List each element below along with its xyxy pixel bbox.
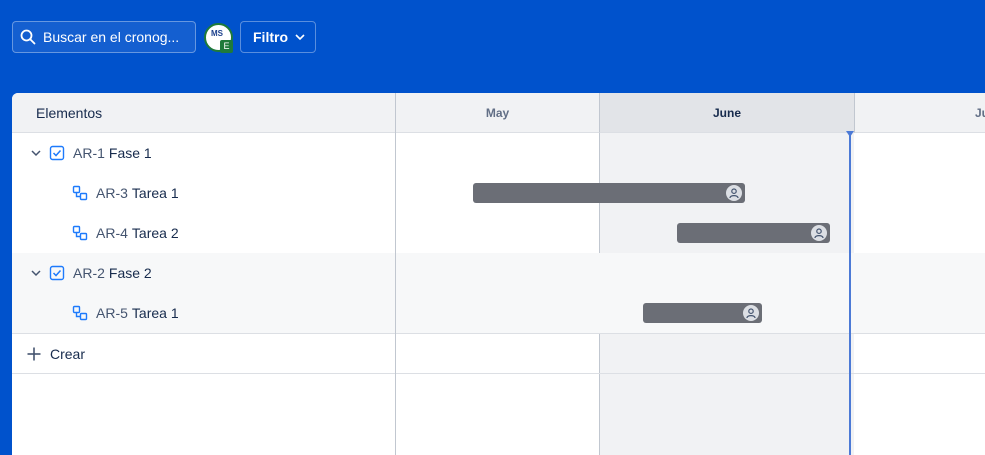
table-row[interactable]: AR-1 Fase 1 (12, 133, 985, 173)
schedule-bar[interactable] (473, 183, 745, 203)
chevron-down-icon[interactable] (29, 266, 43, 280)
month-header-july: Ju (854, 93, 985, 133)
search-placeholder: Buscar en el cronog... (43, 29, 180, 45)
column-divider (395, 93, 396, 455)
month-header-july-label: Ju (975, 106, 985, 120)
today-marker (849, 133, 851, 455)
plus-icon[interactable] (26, 346, 42, 362)
top-bar: Buscar en el cronog... MS E Filtro (0, 0, 985, 93)
timeline-panel: Elementos May June Ju AR-1 Fase 1 AR-3 T… (12, 93, 985, 455)
today-marker-cap (846, 131, 854, 137)
table-row[interactable]: AR-5 Tarea 1 (12, 293, 985, 333)
chevron-down-icon[interactable] (29, 146, 43, 160)
chevron-down-icon (295, 34, 305, 41)
row-key[interactable]: AR-5 (96, 305, 128, 321)
filter-label: Filtro (253, 29, 288, 45)
table-row[interactable]: AR-3 Tarea 1 (12, 173, 985, 213)
subtask-icon (72, 185, 88, 201)
month-header-may: May (395, 93, 599, 133)
user-avatar[interactable]: MS E (204, 23, 233, 53)
subtask-icon (72, 305, 88, 321)
assignee-icon[interactable] (726, 185, 742, 201)
row-key[interactable]: AR-4 (96, 225, 128, 241)
row-key[interactable]: AR-2 (73, 265, 105, 281)
row-title: Fase 2 (108, 265, 152, 281)
create-row[interactable]: Crear (12, 333, 985, 374)
table-row[interactable]: AR-2 Fase 2 (12, 253, 985, 293)
row-key[interactable]: AR-1 (73, 145, 105, 161)
table-row[interactable]: AR-4 Tarea 2 (12, 213, 985, 253)
row-title: Tarea 2 (131, 225, 179, 241)
assignee-icon[interactable] (743, 305, 759, 321)
filter-button[interactable]: Filtro (240, 21, 316, 53)
row-title: Fase 1 (108, 145, 152, 161)
subtask-icon (72, 225, 88, 241)
assignee-icon[interactable] (811, 225, 827, 241)
schedule-bar[interactable] (677, 223, 830, 243)
epic-checkbox-icon (49, 145, 65, 161)
epic-checkbox-icon (49, 265, 65, 281)
row-key[interactable]: AR-3 (96, 185, 128, 201)
items-header: Elementos (12, 93, 395, 133)
search-input[interactable]: Buscar en el cronog... (12, 21, 196, 53)
create-button[interactable]: Crear (50, 346, 85, 362)
avatar-initials: MS (211, 29, 223, 38)
avatar-badge: E (220, 40, 233, 53)
search-icon (20, 29, 36, 45)
row-title: Tarea 1 (131, 185, 179, 201)
row-title: Tarea 1 (131, 305, 179, 321)
schedule-bar[interactable] (643, 303, 762, 323)
month-header-june: June (599, 93, 854, 133)
